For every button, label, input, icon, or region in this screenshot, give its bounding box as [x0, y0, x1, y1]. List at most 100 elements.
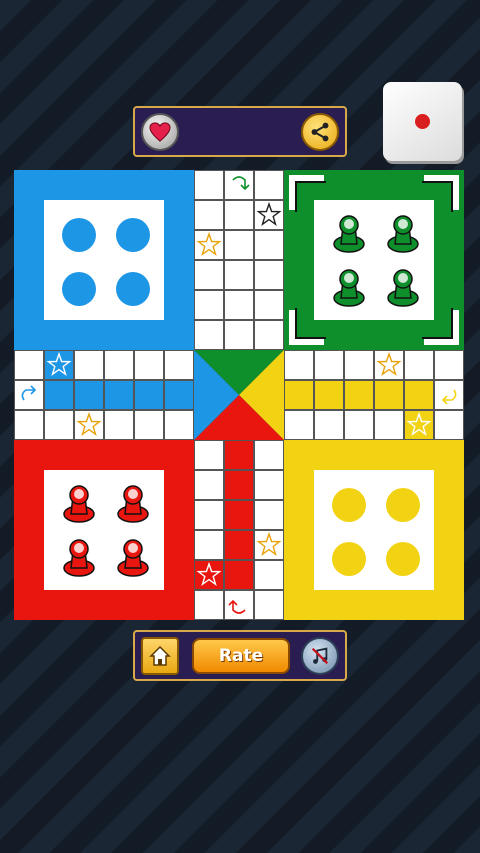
home-yellow	[284, 440, 464, 620]
home-red	[14, 440, 194, 620]
board-cell	[224, 440, 254, 470]
board-cell	[404, 350, 434, 380]
board-cell	[224, 230, 254, 260]
board-cell	[194, 470, 224, 500]
board-cell	[194, 560, 224, 590]
board-cell	[164, 410, 194, 440]
board-cell	[194, 290, 224, 320]
board-cell	[254, 290, 284, 320]
board-cell	[254, 260, 284, 290]
home-icon	[149, 645, 171, 666]
board-cell	[104, 410, 134, 440]
board-cell	[374, 350, 404, 380]
token-spot-yellow	[332, 542, 366, 576]
board-cell	[254, 440, 284, 470]
turn-highlight-frame	[289, 175, 459, 345]
board-cell	[194, 320, 224, 350]
board-cell	[314, 350, 344, 380]
home-blue	[14, 170, 194, 350]
board-cell	[254, 590, 284, 620]
board-cell	[104, 350, 134, 380]
heart-icon	[149, 122, 171, 142]
board-cell	[134, 380, 164, 410]
token-spot-blue	[116, 272, 150, 306]
share-icon	[311, 122, 329, 142]
board-cell	[284, 380, 314, 410]
board-cell	[254, 560, 284, 590]
board-cell	[314, 380, 344, 410]
board-cell	[104, 380, 134, 410]
board-cell	[164, 380, 194, 410]
home-button[interactable]	[141, 637, 179, 675]
token-spot-yellow	[386, 542, 420, 576]
board-cell	[284, 410, 314, 440]
board-cell	[344, 380, 374, 410]
music-toggle-button[interactable]	[301, 637, 339, 675]
board-cell	[194, 530, 224, 560]
board-cell	[134, 350, 164, 380]
board-cell	[224, 590, 254, 620]
board-cell	[404, 380, 434, 410]
token-spot-blue	[116, 218, 150, 252]
board-cell	[254, 530, 284, 560]
board-cell	[44, 410, 74, 440]
board-cell	[194, 440, 224, 470]
board-cell	[224, 200, 254, 230]
dice-pip	[415, 114, 430, 129]
home-red-yard	[44, 470, 164, 590]
rate-button[interactable]: Rate	[192, 638, 290, 674]
board-cell	[134, 410, 164, 440]
home-green	[284, 170, 464, 350]
board-cell	[14, 380, 44, 410]
board-cell	[434, 350, 464, 380]
like-button[interactable]	[141, 113, 179, 151]
board-cell	[224, 170, 254, 200]
bottom-bar: Rate	[133, 630, 347, 681]
board-cell	[344, 350, 374, 380]
board-cell	[254, 200, 284, 230]
token-spot-blue	[62, 272, 96, 306]
board-cell	[194, 170, 224, 200]
pawn-red[interactable]	[116, 484, 150, 524]
board-cell	[434, 410, 464, 440]
token-spot-yellow	[332, 488, 366, 522]
board-cell	[14, 410, 44, 440]
top-bar	[133, 106, 347, 157]
board-cell	[194, 590, 224, 620]
board-cell	[194, 500, 224, 530]
board-cell	[434, 380, 464, 410]
board-cell	[224, 560, 254, 590]
share-button[interactable]	[301, 113, 339, 151]
board-cell	[254, 170, 284, 200]
pawn-red[interactable]	[62, 484, 96, 524]
home-yellow-yard	[314, 470, 434, 590]
board-cell	[254, 320, 284, 350]
ludo-board	[14, 170, 464, 620]
board-cell	[254, 470, 284, 500]
board-cell	[344, 410, 374, 440]
board-cell	[194, 200, 224, 230]
token-spot-yellow	[386, 488, 420, 522]
board-cell	[224, 470, 254, 500]
board-cell	[194, 230, 224, 260]
board-cell	[44, 380, 74, 410]
center-finish	[194, 350, 284, 440]
board-cell	[374, 380, 404, 410]
board-cell	[224, 290, 254, 320]
board-cell	[404, 410, 434, 440]
pawn-red[interactable]	[62, 538, 96, 578]
board-cell	[254, 230, 284, 260]
board-cell	[224, 530, 254, 560]
token-spot-blue	[62, 218, 96, 252]
pawn-red[interactable]	[116, 538, 150, 578]
board-cell	[194, 260, 224, 290]
dice[interactable]	[383, 82, 462, 161]
board-cell	[14, 350, 44, 380]
board-cell	[314, 410, 344, 440]
board-cell	[284, 350, 314, 380]
board-cell	[74, 380, 104, 410]
board-cell	[74, 410, 104, 440]
board-cell	[224, 320, 254, 350]
board-cell	[254, 500, 284, 530]
board-cell	[164, 350, 194, 380]
